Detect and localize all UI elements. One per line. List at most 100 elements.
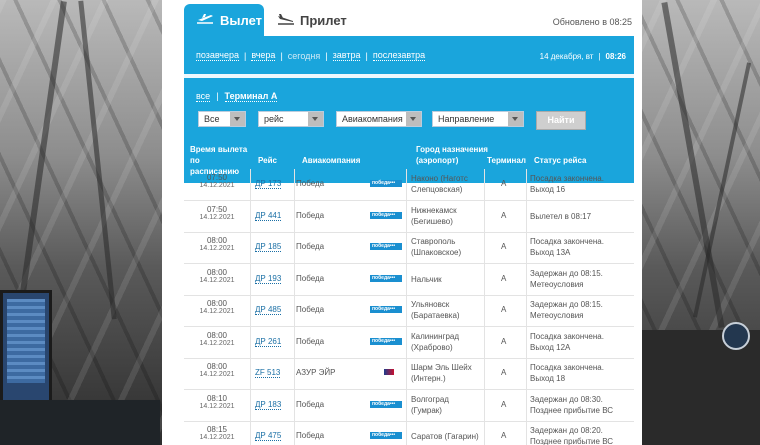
flight-number-link[interactable]: ДР 183 (255, 400, 282, 410)
flight-number-link[interactable]: ДР 193 (255, 274, 282, 284)
airline-name: Победа (296, 179, 325, 188)
scheduled-time: 08:00 14.12.2021 (199, 236, 235, 252)
airline-name: АЗУР ЭЙР (296, 368, 336, 377)
flight-status: Задержан до 08:15. Метеоусловия (530, 268, 603, 289)
find-button[interactable]: Найти (536, 111, 586, 130)
table-row: 08:00 14.12.2021 ДР 193 Победа победа••• Наль… (184, 263, 634, 296)
airline-name: Победа (296, 399, 325, 409)
terminal-value: A (501, 210, 507, 220)
day-selector: позавчера | вчера | сегодня | завтра | п… (196, 50, 626, 61)
airline-logo: победа••• (370, 243, 402, 250)
scheduled-time: 07:50 14.12.2021 (199, 204, 235, 221)
terminal-value: A (501, 305, 507, 314)
all-select[interactable]: Все (198, 111, 246, 127)
tab-arrival-label: Прилет (300, 13, 347, 28)
current-time: 08:26 (605, 52, 626, 61)
scheduled-time: 08:15 14.12.2021 (199, 425, 235, 441)
filter-terminal-a-link[interactable]: Терминал А (224, 91, 278, 102)
table-row: 08:00 14.12.2021 ДР 261 Победа победа••• Кали… (184, 326, 634, 359)
flight-status: Посадка закончена. Выход 18 (530, 363, 604, 383)
terminal-value: A (501, 368, 507, 377)
flight-number-link[interactable]: ДР 173 (255, 179, 282, 189)
chevron-down-icon (406, 112, 421, 126)
updated-time: Обновлено в 08:25 (552, 17, 632, 27)
airline-logo: победа••• (370, 306, 402, 313)
terminal-value: A (501, 273, 507, 283)
flight-status: Задержан до 08:15. Метеоусловия (530, 300, 603, 320)
airline-name: Победа (296, 242, 325, 251)
table-row: 08:00 14.12.2021 ДР 485 Победа победа••• Улья… (184, 295, 634, 327)
chevron-down-icon (230, 112, 245, 126)
table-row: 07:50 14.12.2021 ДР 441 Победа победа••• Нижн… (184, 200, 634, 233)
day-link-yesterday[interactable]: вчера (251, 50, 276, 61)
tab-departure-label: Вылет (220, 13, 263, 28)
header-terminal: Терминал (487, 156, 526, 165)
flight-number-link[interactable]: ДР 261 (255, 337, 282, 347)
destination-city: Ульяновск (Баратаевка) (411, 300, 460, 320)
flight-status: Задержан до 08:20. Позднее прибытие ВС (530, 426, 614, 445)
flight-number-link[interactable]: ДР 441 (255, 211, 282, 221)
flight-status: Посадка закончена. Выход 12А (530, 331, 604, 352)
airline-logo: победа••• (370, 337, 402, 345)
filter-all-link[interactable]: все (196, 91, 211, 102)
terminal-value: A (501, 399, 507, 409)
scheduled-time: 08:00 14.12.2021 (199, 267, 235, 284)
terminal-value: A (501, 179, 507, 188)
airline-logo: победа••• (370, 211, 402, 219)
day-link-today[interactable]: сегодня (288, 51, 321, 61)
airport-logo-sign (722, 322, 750, 350)
airline-logo: победа••• (370, 432, 402, 439)
airline-logo (370, 369, 398, 376)
flight-select[interactable]: рейс (258, 111, 324, 127)
flight-status: Посадка закончена. Выход 16 (530, 174, 604, 194)
flight-board-panel: Вылет Прилет Обновлено в 08:25 позавчера… (162, 0, 642, 445)
airline-logo: победа••• (370, 400, 402, 408)
scheduled-time: 08:00 14.12.2021 (199, 362, 235, 378)
day-link-tomorrow[interactable]: завтра (332, 50, 361, 61)
header-city: Город назначения (аэропорт) (416, 145, 488, 165)
direction-select[interactable]: Направление (432, 111, 524, 127)
airline-logo: победа••• (370, 274, 402, 282)
scheduled-time: 08:00 14.12.2021 (199, 299, 235, 315)
scheduled-time: 07:50 14.12.2021 (199, 173, 235, 189)
flight-status: Посадка закончена. Выход 13А (530, 237, 604, 257)
airline-select[interactable]: Авиакомпания (336, 111, 422, 127)
flight-number-link[interactable]: ДР 485 (255, 305, 282, 315)
airline-name: Победа (296, 336, 325, 346)
table-row: 08:10 14.12.2021 ДР 183 Победа победа••• Волг… (184, 389, 634, 422)
destination-city: Шарм Эль Шейх (Интерн.) (411, 363, 472, 383)
departure-board-screen (0, 290, 52, 406)
scheduled-time: 08:00 14.12.2021 (199, 330, 235, 347)
plane-landing-icon (277, 13, 295, 28)
destination-city: Калининград (Храброво) (411, 331, 460, 352)
scheduled-time: 08:10 14.12.2021 (199, 393, 235, 410)
terminal-value: A (501, 336, 507, 346)
flight-number-link[interactable]: ZF 513 (255, 368, 281, 378)
header-flight: Рейс (258, 156, 277, 165)
day-link-day-before[interactable]: позавчера (196, 50, 239, 61)
day-link-day-after[interactable]: послезавтра (372, 50, 426, 61)
terminal-value: A (501, 431, 507, 440)
destination-city: Нижнекамск (Бегишево) (411, 205, 457, 226)
flight-number-link[interactable]: ДР 185 (255, 242, 282, 252)
table-row: 08:00 14.12.2021 ZF 513 АЗУР ЭЙР Шарм Эль Ше… (184, 358, 634, 390)
destination-city: Наконо (Наготс Слепцовская) (411, 174, 468, 194)
airline-name: Победа (296, 431, 325, 440)
chevron-down-icon (308, 112, 323, 126)
tab-departure[interactable]: Вылет (184, 4, 264, 36)
current-date: 14 декабря, вт | 08:26 (539, 52, 626, 61)
table-row: 07:50 14.12.2021 ДР 173 Победа победа••• Нако… (184, 169, 634, 201)
airline-name: Победа (296, 305, 325, 314)
table-row: 08:00 14.12.2021 ДР 185 Победа победа••• Став… (184, 232, 634, 264)
airline-logo: победа••• (370, 180, 402, 187)
airline-name: Победа (296, 273, 325, 283)
flight-status: Задержан до 08:30. Позднее прибытие ВС (530, 394, 614, 415)
terminal-value: A (501, 242, 507, 251)
destination-city: Ставрополь (Шпаковское) (411, 237, 462, 257)
table-row: 08:15 14.12.2021 ДР 475 Победа победа••• Сара… (184, 421, 634, 445)
direction-tabs: Вылет Прилет Обновлено в 08:25 (162, 0, 642, 36)
destination-city: Саратов (Гагарин) (411, 432, 479, 441)
flight-status: Вылетел в 08:17 (530, 211, 592, 221)
flight-number-link[interactable]: ДР 475 (255, 431, 282, 441)
destination-city: Волгоград (Гумрак) (411, 394, 449, 415)
